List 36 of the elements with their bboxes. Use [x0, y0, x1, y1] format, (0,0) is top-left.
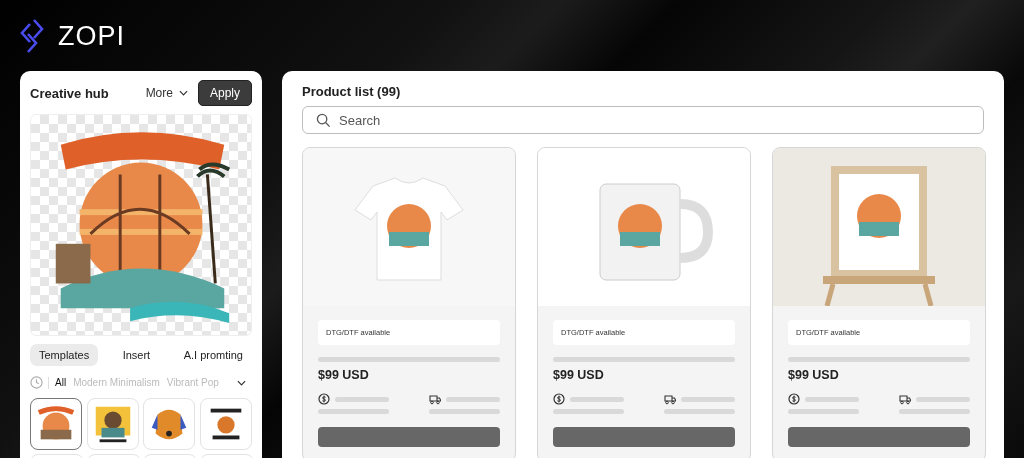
template-thumbnail[interactable] — [30, 398, 82, 450]
skeleton-bar — [318, 409, 389, 414]
skeleton-bar — [570, 396, 624, 402]
chevron-down-icon — [178, 90, 188, 96]
skeleton-bar — [553, 409, 624, 414]
skeleton-bar — [916, 396, 970, 402]
more-dropdown[interactable]: More — [145, 86, 188, 100]
dollar-coin-icon — [553, 393, 565, 405]
panel-title: Creative hub — [30, 85, 110, 101]
tab[interactable]: Templates — [30, 344, 99, 366]
clock-icon — [30, 376, 43, 389]
dollar-coin-icon — [788, 393, 800, 405]
chevron-down-icon — [237, 379, 246, 386]
skeleton-bar — [805, 396, 859, 402]
skeleton-bar — [335, 396, 389, 402]
product-price: $99 USD — [318, 368, 370, 382]
skeleton-bar — [429, 409, 500, 414]
skeleton-bar — [664, 409, 735, 414]
truck-icon — [429, 393, 441, 405]
filter-chip[interactable]: All — [54, 377, 68, 388]
search-icon — [316, 113, 331, 128]
product-price: $99 USD — [788, 368, 840, 382]
tab[interactable]: Insert — [113, 344, 160, 366]
product-price: $99 USD — [553, 368, 605, 382]
skeleton-bar — [446, 396, 500, 402]
skeleton-bar — [788, 409, 859, 414]
skeleton-bar — [681, 396, 735, 402]
truck-icon — [664, 393, 676, 405]
apply-button[interactable]: Apply — [197, 80, 252, 106]
tab[interactable]: A.I promting — [174, 344, 252, 366]
panel-title: Product list (99) — [302, 84, 402, 99]
truck-icon — [899, 393, 911, 405]
search-field[interactable]: Search — [302, 106, 984, 134]
dollar-coin-icon — [318, 393, 330, 405]
brand-name: ZOPI — [58, 20, 125, 52]
skeleton-bar — [899, 409, 970, 414]
